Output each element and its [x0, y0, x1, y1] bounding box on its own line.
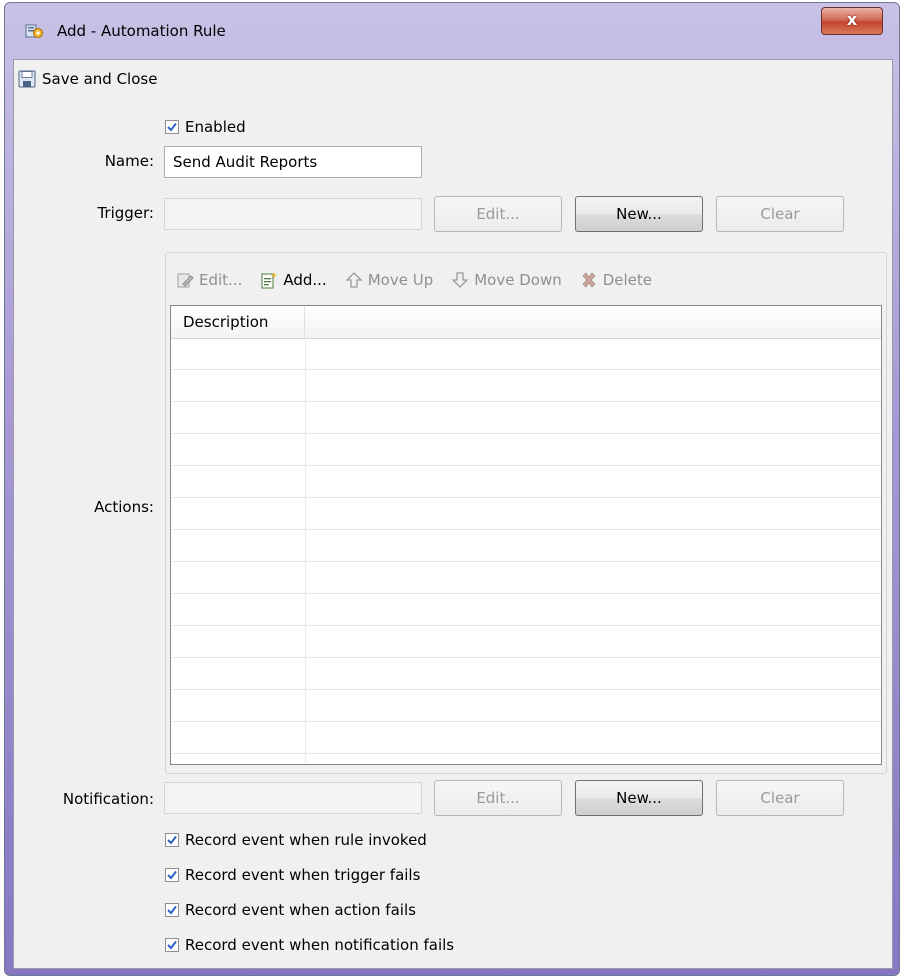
name-label: Name:	[104, 152, 154, 170]
actions-toolbar: Edit... Add... Move Up Move Down Delete	[176, 267, 670, 293]
table-row	[171, 402, 881, 434]
action-move-down-label: Move Down	[474, 271, 562, 289]
check-icon	[167, 905, 177, 915]
table-row	[171, 434, 881, 466]
record-trigger-fails-checkbox-row[interactable]: Record event when trigger fails	[165, 866, 420, 884]
pencil-icon	[177, 273, 194, 288]
enabled-label: Enabled	[185, 118, 246, 136]
title-bar[interactable]: Add - Automation Rule x	[5, 3, 899, 57]
action-delete-label: Delete	[602, 271, 653, 289]
record-action-fails-checkbox[interactable]	[165, 903, 179, 917]
save-and-close-label: Save and Close	[42, 70, 158, 88]
table-row	[171, 498, 881, 530]
notification-clear-button[interactable]: Clear	[716, 780, 844, 816]
table-row	[171, 338, 881, 370]
notification-new-button[interactable]: New...	[575, 780, 703, 816]
name-input[interactable]: Send Audit Reports	[164, 146, 422, 178]
action-edit-button[interactable]: Edit...	[176, 271, 242, 289]
record-invoked-checkbox[interactable]	[165, 833, 179, 847]
record-notification-fails-checkbox-row[interactable]: Record event when notification fails	[165, 936, 454, 954]
actions-label: Actions:	[94, 498, 154, 516]
window-title: Add - Automation Rule	[57, 22, 226, 40]
action-move-down-button[interactable]: Move Down	[451, 271, 562, 289]
column-header-description[interactable]: Description	[171, 306, 305, 338]
notification-label: Notification:	[62, 790, 154, 808]
enabled-checkbox[interactable]	[165, 120, 179, 134]
delete-x-icon	[582, 272, 596, 288]
record-action-fails-checkbox-row[interactable]: Record event when action fails	[165, 901, 416, 919]
record-notification-fails-label: Record event when notification fails	[185, 936, 455, 954]
table-row	[171, 562, 881, 594]
action-add-button[interactable]: Add...	[260, 271, 327, 289]
record-invoked-checkbox-row[interactable]: Record event when rule invoked	[165, 831, 427, 849]
add-document-icon	[261, 272, 278, 289]
grid-header: Description	[171, 306, 881, 339]
save-and-close-button[interactable]: Save and Close	[18, 66, 157, 92]
trigger-input[interactable]	[164, 198, 422, 230]
dialog-client-area: Save and Close Enabled Name: Send Audit …	[13, 59, 893, 969]
trigger-clear-button[interactable]: Clear	[716, 196, 844, 232]
table-row	[171, 466, 881, 498]
action-move-up-button[interactable]: Move Up	[345, 271, 434, 289]
table-row	[171, 530, 881, 562]
automation-rule-icon	[25, 24, 43, 38]
check-icon	[167, 122, 177, 132]
record-trigger-fails-label: Record event when trigger fails	[185, 866, 421, 884]
action-delete-button[interactable]: Delete	[580, 271, 652, 289]
close-button[interactable]: x	[821, 7, 883, 35]
floppy-disk-icon	[18, 70, 36, 88]
actions-panel: Edit... Add... Move Up Move Down Delete …	[165, 252, 887, 774]
notification-input[interactable]	[164, 782, 422, 814]
record-notification-fails-checkbox[interactable]	[165, 938, 179, 952]
check-icon	[167, 835, 177, 845]
table-row	[171, 626, 881, 658]
dialog-window: Add - Automation Rule x Save and Close E…	[4, 2, 900, 976]
check-icon	[167, 870, 177, 880]
action-add-label: Add...	[283, 271, 327, 289]
arrow-up-icon	[345, 272, 363, 288]
table-row	[171, 594, 881, 626]
record-action-fails-label: Record event when action fails	[185, 901, 416, 919]
trigger-label: Trigger:	[97, 204, 154, 222]
enabled-checkbox-row[interactable]: Enabled	[165, 118, 246, 136]
record-trigger-fails-checkbox[interactable]	[165, 868, 179, 882]
table-row	[171, 658, 881, 690]
notification-edit-button[interactable]: Edit...	[434, 780, 562, 816]
table-row	[171, 722, 881, 754]
table-row	[171, 690, 881, 722]
table-row	[171, 370, 881, 402]
actions-grid[interactable]: Description	[170, 305, 882, 765]
trigger-edit-button[interactable]: Edit...	[434, 196, 562, 232]
action-edit-label: Edit...	[199, 271, 243, 289]
close-icon: x	[846, 10, 858, 29]
action-move-up-label: Move Up	[367, 271, 434, 289]
record-invoked-label: Record event when rule invoked	[185, 831, 427, 849]
check-icon	[167, 940, 177, 950]
trigger-new-button[interactable]: New...	[575, 196, 703, 232]
arrow-down-icon	[451, 272, 469, 288]
